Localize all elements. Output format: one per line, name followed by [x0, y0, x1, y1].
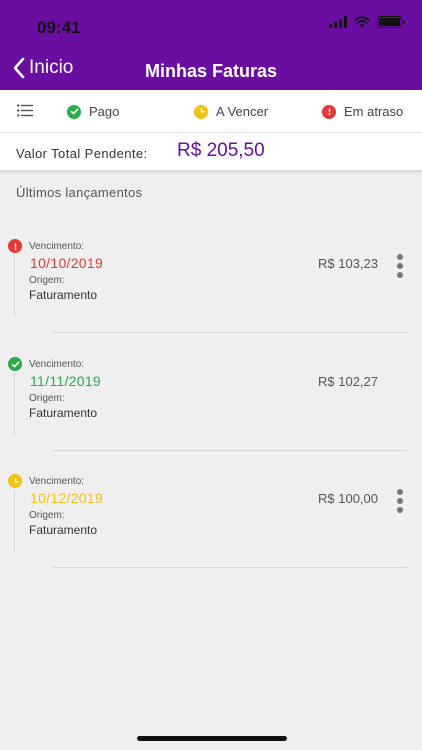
amount: R$ 102,27	[318, 374, 378, 389]
divider	[53, 332, 407, 333]
status-icons	[329, 16, 405, 28]
more-options-icon[interactable]	[395, 254, 405, 278]
check-icon	[8, 357, 22, 371]
legend-paid-label: Pago	[89, 104, 120, 119]
more-options-icon[interactable]	[395, 489, 405, 513]
signal-icon	[329, 16, 347, 28]
check-icon	[67, 104, 81, 119]
amount: R$ 100,00	[318, 491, 378, 506]
home-indicator	[137, 736, 287, 741]
exclamation-icon	[8, 239, 22, 253]
legend-paid[interactable]: Pago	[67, 104, 119, 119]
timeline-line	[14, 490, 15, 552]
legend-due[interactable]: A Vencer	[194, 104, 268, 119]
list-item[interactable]: Vencimento: 10/12/2019 Origem: Faturamen…	[0, 474, 422, 574]
origin-value: Faturamento	[29, 523, 98, 537]
origin-label: Origem:	[29, 393, 65, 404]
due-date: 10/10/2019	[30, 255, 104, 271]
wifi-icon	[354, 16, 370, 28]
amount: R$ 103,23	[318, 256, 378, 271]
divider	[53, 567, 407, 568]
clock-icon	[194, 104, 208, 119]
total-label: Valor Total Pendente:	[16, 146, 148, 161]
back-label: Inicio	[29, 57, 74, 78]
due-date: 11/11/2019	[30, 373, 101, 389]
list-icon[interactable]	[17, 104, 33, 117]
legend-overdue[interactable]: Em atraso	[322, 104, 403, 119]
due-label: Vencimento:	[29, 476, 85, 487]
chevron-left-icon	[13, 57, 25, 79]
total-value: R$ 205,50	[177, 140, 265, 161]
timeline-line	[14, 255, 15, 317]
clock-icon	[8, 474, 22, 488]
legend-overdue-label: Em atraso	[344, 104, 404, 119]
legend-row: Pago A Vencer Em atraso	[0, 90, 422, 133]
due-label: Vencimento:	[29, 241, 85, 252]
exclamation-icon	[322, 104, 336, 119]
due-date: 10/12/2019	[30, 490, 104, 506]
legend-due-label: A Vencer	[216, 104, 269, 119]
origin-label: Origem:	[29, 510, 65, 521]
origin-value: Faturamento	[29, 288, 98, 302]
timeline-line	[14, 373, 15, 435]
list-item[interactable]: Vencimento: 10/10/2019 Origem: Faturamen…	[0, 239, 422, 339]
list-item[interactable]: Vencimento: 11/11/2019 Origem: Faturamen…	[0, 357, 422, 457]
due-label: Vencimento:	[29, 359, 85, 370]
divider	[53, 450, 407, 451]
app-header: 09:41 Inicio Minhas Faturas	[0, 0, 422, 90]
status-time: 09:41	[37, 18, 81, 37]
origin-label: Origem:	[29, 275, 65, 286]
battery-icon	[377, 16, 405, 28]
section-title: Últimos lançamentos	[16, 185, 143, 200]
summary-card: Pago A Vencer Em atraso Valor Total Pend…	[0, 90, 422, 170]
back-button[interactable]: Inicio	[12, 56, 73, 80]
origin-value: Faturamento	[29, 406, 98, 420]
